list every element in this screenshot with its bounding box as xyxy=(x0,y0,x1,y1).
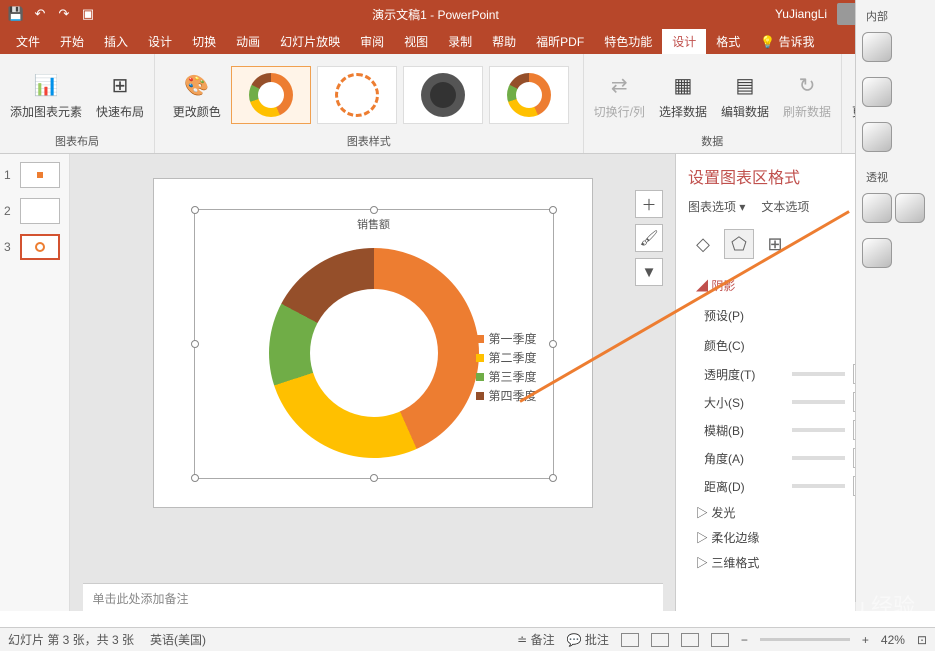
text-options-link[interactable]: 文本选项 xyxy=(761,198,809,215)
redo-icon[interactable]: ↷ xyxy=(56,6,72,22)
add-chart-element-button[interactable]: 📊添加图表元素 xyxy=(6,67,86,122)
notes-placeholder[interactable]: 单击此处添加备注 xyxy=(83,583,663,611)
title-bar: 💾 ↶ ↷ ▣ 演示文稿1 - PowerPoint YuJiangLi ▭ — xyxy=(0,0,935,28)
chart-style-3[interactable] xyxy=(403,66,483,124)
shadow-swatch[interactable] xyxy=(862,77,892,107)
group-label-styles: 图表样式 xyxy=(347,131,391,149)
group-label-data: 数据 xyxy=(701,131,723,149)
tab-foxit[interactable]: 福昕PDF xyxy=(526,29,594,54)
tab-review[interactable]: 审阅 xyxy=(350,29,394,54)
user-name: YuJiangLi xyxy=(775,7,827,21)
chart-options-link[interactable]: 图表选项 ▾ xyxy=(688,198,745,215)
dist-slider[interactable] xyxy=(792,484,845,488)
tab-file[interactable]: 文件 xyxy=(6,29,50,54)
tab-view[interactable]: 视图 xyxy=(394,29,438,54)
shadow-swatch[interactable] xyxy=(895,193,925,223)
chart-legend[interactable]: 第一季度 第二季度 第三季度 第四季度 xyxy=(476,330,536,406)
thumb-3[interactable]: 3 xyxy=(4,234,65,260)
color-label: 颜色(C) xyxy=(704,337,784,354)
shadow-swatch[interactable] xyxy=(862,122,892,152)
shadow-swatch[interactable] xyxy=(862,32,892,62)
slide-canvas[interactable]: 销售额 第一季度 第二季度 第三季度 第四季度 xyxy=(153,178,593,508)
notes-toggle[interactable]: ≐ 备注 xyxy=(517,631,554,648)
blur-slider[interactable] xyxy=(792,428,845,432)
tab-animations[interactable]: 动画 xyxy=(226,29,270,54)
chart-style-2[interactable] xyxy=(317,66,397,124)
tab-record[interactable]: 录制 xyxy=(438,29,482,54)
fill-line-icon[interactable]: ◇ xyxy=(688,229,718,259)
chart-filter-button[interactable]: ▼ xyxy=(635,258,663,286)
tab-format[interactable]: 格式 xyxy=(706,29,750,54)
change-colors-button[interactable]: 🎨更改颜色 xyxy=(169,67,225,122)
size-slider[interactable] xyxy=(792,400,845,404)
zoom-slider[interactable] xyxy=(760,638,850,641)
tab-special[interactable]: 特色功能 xyxy=(594,29,662,54)
tab-slideshow[interactable]: 幻灯片放映 xyxy=(270,29,350,54)
thumb-1[interactable]: 1 xyxy=(4,162,65,188)
inner-label: 内部 xyxy=(862,6,929,32)
thumb-2[interactable]: 2 xyxy=(4,198,65,224)
trans-slider[interactable] xyxy=(792,372,845,376)
save-icon[interactable]: 💾 xyxy=(8,6,24,22)
shadow-swatch[interactable] xyxy=(862,238,892,268)
zoom-out[interactable]: − xyxy=(741,633,748,647)
tab-help[interactable]: 帮助 xyxy=(482,29,526,54)
content-area: 1 2 3 销售额 第一季度 第二季度 第三季度 第四季度 ＋ 🖌 xyxy=(0,154,935,611)
sorter-view-icon[interactable] xyxy=(651,633,669,647)
refresh-data-button: ↻刷新数据 xyxy=(779,67,835,122)
chart-elements-button[interactable]: ＋ xyxy=(635,190,663,218)
angle-label: 角度(A) xyxy=(704,450,784,467)
tab-chart-design[interactable]: 设计 xyxy=(662,29,706,54)
slideshow-view-icon[interactable] xyxy=(711,633,729,647)
fit-window-icon[interactable]: ⊡ xyxy=(917,633,927,647)
tab-design[interactable]: 设计 xyxy=(138,29,182,54)
reading-view-icon[interactable] xyxy=(681,633,699,647)
normal-view-icon[interactable] xyxy=(621,633,639,647)
persp-label: 透视 xyxy=(862,167,929,193)
ribbon: 📊添加图表元素 ⊞快速布局 图表布局 🎨更改颜色 图表样式 ⇄切换行/列 ▦选择… xyxy=(0,54,935,154)
chart-style-4[interactable] xyxy=(489,66,569,124)
dist-label: 距离(D) xyxy=(704,478,784,495)
tab-home[interactable]: 开始 xyxy=(50,29,94,54)
tab-transitions[interactable]: 切换 xyxy=(182,29,226,54)
zoom-in[interactable]: + xyxy=(862,633,869,647)
shadow-swatch[interactable] xyxy=(862,193,892,223)
select-data-button[interactable]: ▦选择数据 xyxy=(655,67,711,122)
effects-icon[interactable]: ⬠ xyxy=(724,229,754,259)
trans-label: 透明度(T) xyxy=(704,366,784,383)
chart-styles-button[interactable]: 🖌 xyxy=(635,224,663,252)
chart-object[interactable]: 销售额 第一季度 第二季度 第三季度 第四季度 xyxy=(194,209,554,479)
comments-toggle[interactable]: 💬 批注 xyxy=(567,631,609,648)
group-label-layout: 图表布局 xyxy=(55,131,99,149)
switch-row-col-button: ⇄切换行/列 xyxy=(590,67,649,122)
ribbon-tabs: 文件 开始 插入 设计 切换 动画 幻灯片放映 审阅 视图 录制 帮助 福昕PD… xyxy=(0,28,935,54)
size-label: 大小(S) xyxy=(704,394,784,411)
edit-data-button[interactable]: ▤编辑数据 xyxy=(717,67,773,122)
undo-icon[interactable]: ↶ xyxy=(32,6,48,22)
chart-style-1[interactable] xyxy=(231,66,311,124)
donut-chart[interactable] xyxy=(269,248,479,458)
quick-layout-button[interactable]: ⊞快速布局 xyxy=(92,67,148,122)
size-props-icon[interactable]: ⊞ xyxy=(760,229,790,259)
shadow-gallery-pane: 内部 透视 xyxy=(855,0,935,611)
thumbnail-panel: 1 2 3 xyxy=(0,154,70,611)
status-bar: 幻灯片 第 3 张，共 3 张 英语(美国) ≐ 备注 💬 批注 − + 42%… xyxy=(0,627,935,651)
preset-label: 预设(P) xyxy=(704,307,784,324)
angle-slider[interactable] xyxy=(792,456,845,460)
blur-label: 模糊(B) xyxy=(704,422,784,439)
slide-counter: 幻灯片 第 3 张，共 3 张 xyxy=(8,631,134,648)
tab-tell-me[interactable]: 💡 告诉我 xyxy=(750,29,824,54)
slide-area: 销售额 第一季度 第二季度 第三季度 第四季度 ＋ 🖌 ▼ 单击此处添加备注 xyxy=(70,154,675,611)
window-title: 演示文稿1 - PowerPoint xyxy=(104,6,767,23)
slideshow-icon[interactable]: ▣ xyxy=(80,6,96,22)
lang-indicator[interactable]: 英语(美国) xyxy=(150,631,206,648)
tab-insert[interactable]: 插入 xyxy=(94,29,138,54)
zoom-level[interactable]: 42% xyxy=(881,633,905,647)
